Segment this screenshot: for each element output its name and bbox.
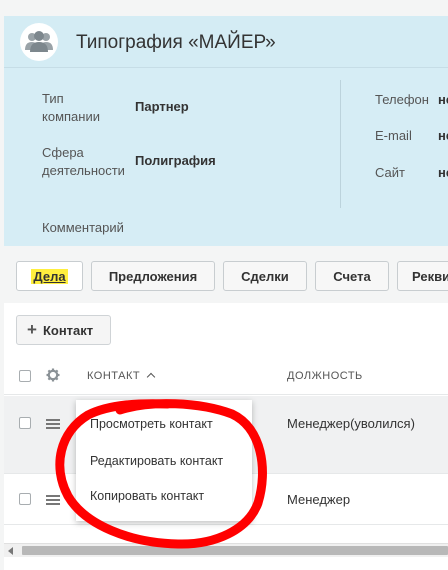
- company-type-value: Партнер: [135, 99, 189, 114]
- column-header-contact-label: КОНТАКТ: [87, 370, 141, 382]
- site-label: Сайт: [375, 165, 405, 180]
- row-position: Менеджер: [287, 492, 351, 507]
- column-header-position[interactable]: ДОЛЖНОСТЬ: [287, 370, 363, 382]
- company-title: Типография «МАЙЕР»: [76, 32, 276, 53]
- chevron-up-icon: [146, 372, 155, 382]
- add-contact-button[interactable]: + Контакт: [16, 315, 111, 345]
- tab-deals[interactable]: Дела: [16, 261, 83, 291]
- context-menu: Просмотреть контакт Редактировать контак…: [76, 400, 252, 521]
- table-header: КОНТАКТ ДОЛЖНОСТЬ: [4, 357, 448, 395]
- menu-item-edit-contact[interactable]: Редактировать контакт: [90, 454, 223, 468]
- plus-icon: +: [27, 320, 37, 339]
- column-header-contact[interactable]: КОНТАКТ: [87, 370, 155, 382]
- company-sphere-label: Сфера деятельности: [42, 145, 125, 178]
- tab-invoices[interactable]: Счета: [315, 261, 389, 291]
- email-label: E-mail: [375, 128, 412, 143]
- tab-requisites[interactable]: Рекви: [397, 261, 448, 291]
- row-menu-icon[interactable]: [46, 419, 60, 429]
- scroll-left-arrow-icon[interactable]: [8, 547, 13, 555]
- tab-bar: Дела Предложения Сделки Счета Рекви: [0, 256, 448, 296]
- scrollbar-thumb[interactable]: [22, 546, 448, 555]
- phone-value: не: [438, 92, 448, 107]
- company-comment-label: Комментарий: [42, 220, 124, 235]
- tab-sales[interactable]: Сделки: [223, 261, 307, 291]
- email-value: не: [438, 128, 448, 143]
- tab-deals-label: Дела: [31, 268, 68, 284]
- menu-item-view-contact[interactable]: Просмотреть контакт: [90, 417, 213, 431]
- tab-offers[interactable]: Предложения: [91, 261, 215, 291]
- company-details: Тип компании Партнер Сфера деятельности …: [4, 68, 448, 246]
- gear-icon[interactable]: [46, 368, 60, 387]
- select-all-checkbox[interactable]: [19, 370, 31, 382]
- company-sphere-value: Полиграфия: [135, 153, 216, 168]
- site-value: не: [438, 165, 448, 180]
- menu-item-copy-contact[interactable]: Копировать контакт: [90, 489, 204, 503]
- company-header: Типография «МАЙЕР»: [4, 16, 448, 68]
- row-checkbox[interactable]: [19, 493, 31, 505]
- row-checkbox[interactable]: [19, 417, 31, 429]
- company-avatar: [20, 23, 58, 61]
- row-position: Менеджер(уволился): [287, 416, 415, 431]
- row-menu-icon[interactable]: [46, 495, 60, 505]
- horizontal-scrollbar[interactable]: [4, 543, 448, 557]
- details-divider: [340, 80, 341, 208]
- add-contact-label: Контакт: [42, 322, 94, 338]
- company-type-label: Тип компании: [42, 91, 100, 124]
- phone-label: Телефон: [375, 92, 429, 107]
